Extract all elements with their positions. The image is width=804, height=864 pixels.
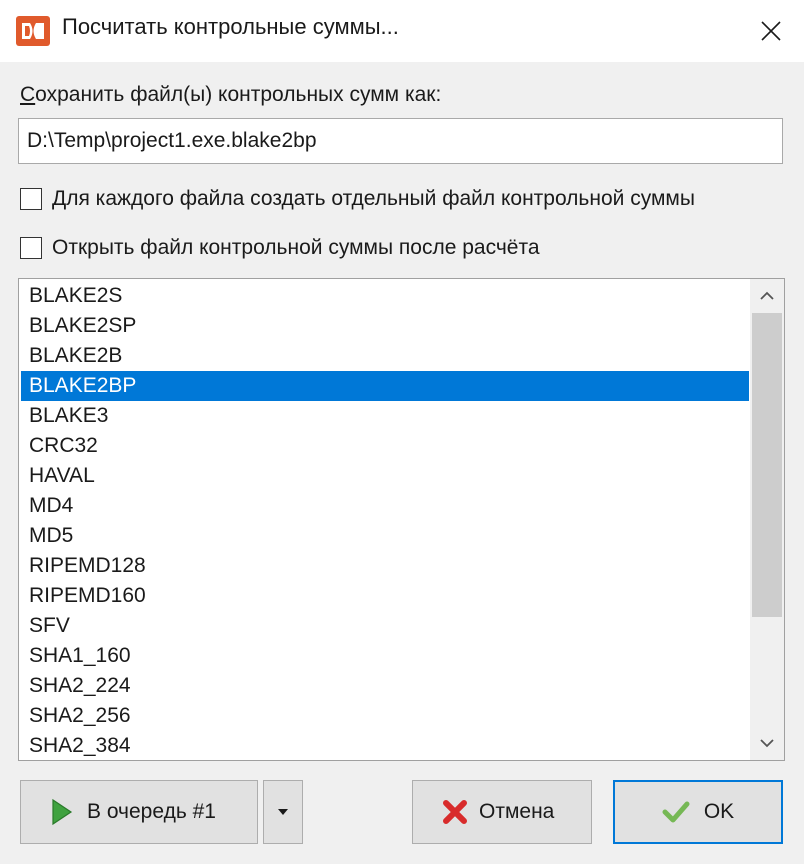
ok-label: OK — [703, 800, 735, 823]
double-commander-logo-icon — [16, 16, 50, 46]
list-item[interactable]: SHA2_256 — [21, 701, 749, 731]
cancel-label: Отмена — [479, 800, 555, 823]
add-to-queue-label: В очередь #1 — [87, 800, 216, 823]
play-icon — [51, 798, 73, 826]
list-item[interactable]: MD4 — [21, 491, 749, 521]
separate-files-option[interactable]: Для каждого файла создать отдельный файл… — [20, 185, 695, 213]
dropdown-arrow-icon — [278, 809, 288, 815]
list-item[interactable]: SHA2_384 — [21, 731, 749, 760]
algorithm-list-items: BLAKE2S BLAKE2SP BLAKE2B BLAKE2BP BLAKE3… — [21, 281, 749, 760]
list-item[interactable]: HAVAL — [21, 461, 749, 491]
save-as-label-text: охранить файл(ы) контрольных сумм как: — [35, 83, 442, 106]
ok-button[interactable]: OK — [613, 780, 783, 844]
list-item[interactable]: SHA2_224 — [21, 671, 749, 701]
open-after-option[interactable]: Открыть файл контрольной суммы после рас… — [20, 234, 540, 262]
chevron-up-icon — [760, 291, 774, 300]
list-item[interactable]: BLAKE2B — [21, 341, 749, 371]
vertical-scrollbar[interactable] — [750, 279, 784, 760]
open-after-checkbox[interactable] — [20, 237, 42, 259]
list-item-selected[interactable]: BLAKE2BP — [21, 371, 749, 401]
separate-files-checkbox[interactable] — [20, 188, 42, 210]
window-title: Посчитать контрольные суммы... — [62, 14, 399, 39]
add-to-queue-button[interactable]: В очередь #1 — [20, 780, 258, 844]
checkmark-icon — [662, 801, 690, 823]
algorithm-list[interactable]: BLAKE2S BLAKE2SP BLAKE2B BLAKE2BP BLAKE3… — [18, 278, 785, 761]
scrollbar-thumb[interactable] — [752, 313, 782, 617]
list-item[interactable]: BLAKE2SP — [21, 311, 749, 341]
separate-files-label: Для каждого файла создать отдельный файл… — [52, 187, 695, 210]
list-item[interactable]: MD5 — [21, 521, 749, 551]
cancel-button[interactable]: Отмена — [412, 780, 592, 844]
list-item[interactable]: RIPEMD128 — [21, 551, 749, 581]
list-item[interactable]: BLAKE3 — [21, 401, 749, 431]
list-item[interactable]: CRC32 — [21, 431, 749, 461]
open-after-label: Открыть файл контрольной суммы после рас… — [52, 236, 540, 259]
list-item[interactable]: SHA1_160 — [21, 641, 749, 671]
queue-dropdown-button[interactable] — [263, 780, 303, 844]
checksum-file-path-input[interactable] — [18, 118, 783, 164]
save-as-label-mnemonic: С — [20, 83, 36, 106]
chevron-down-icon — [760, 739, 774, 748]
list-item[interactable]: RIPEMD160 — [21, 581, 749, 611]
scroll-up-button[interactable] — [750, 279, 784, 313]
title-bar: Посчитать контрольные суммы... — [0, 0, 804, 62]
list-item[interactable]: SFV — [21, 611, 749, 641]
list-item[interactable]: BLAKE2S — [21, 281, 749, 311]
cross-icon — [441, 798, 469, 826]
close-icon — [761, 21, 781, 41]
close-button[interactable] — [744, 8, 798, 54]
scroll-down-button[interactable] — [750, 726, 784, 760]
save-as-label: Сохранить файл(ы) контрольных сумм как: — [20, 83, 441, 107]
